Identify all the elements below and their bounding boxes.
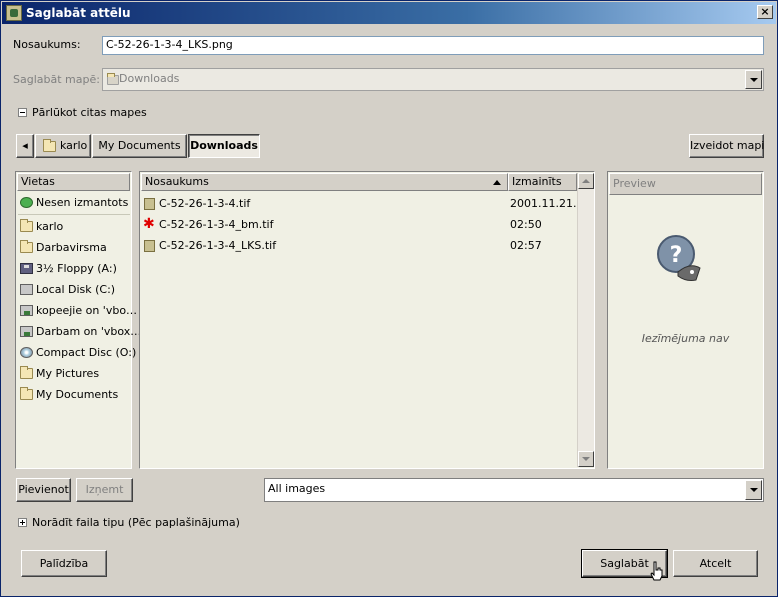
save-in-folder-value: Downloads: [119, 72, 180, 85]
file-list-panel: Nosaukums Izmainīts C-52-26-1-3-4.tif 20…: [139, 171, 595, 469]
folder-icon: [43, 139, 56, 152]
add-label: Pievienot: [18, 483, 69, 496]
file-name: C-52-26-1-3-4.tif: [159, 197, 251, 210]
cancel-label: Atcelt: [699, 557, 732, 570]
places-divider: [18, 214, 130, 215]
recent-icon: [20, 197, 33, 208]
gimp-question-icon: ?: [657, 235, 701, 281]
crumb-downloads[interactable]: Downloads: [188, 134, 260, 158]
scroll-down-icon[interactable]: [578, 451, 594, 467]
chevron-down-icon: [745, 480, 762, 500]
close-icon: ×: [760, 5, 770, 18]
folder-icon: [20, 240, 33, 253]
create-folder-button[interactable]: Izveidot mapi: [689, 134, 764, 158]
column-header-modified[interactable]: Izmainīts: [508, 173, 577, 191]
chevron-down-icon: [745, 70, 762, 89]
save-in-folder-combo[interactable]: Downloads: [102, 68, 764, 91]
place-item-network-darbam[interactable]: Darbam on 'vbox…: [18, 321, 141, 342]
preview-header: Preview: [609, 173, 762, 195]
file-name: C-52-26-1-3-4_bm.tif: [159, 218, 274, 231]
place-item-karlo[interactable]: karlo: [18, 216, 63, 237]
file-type-toggle[interactable]: Norādīt faila tipu (Pēc paplašinājuma): [32, 516, 240, 530]
close-button[interactable]: ×: [757, 5, 773, 19]
place-item-floppy[interactable]: 3½ Floppy (A:): [18, 258, 117, 279]
save-image-dialog: Saglabāt attēlu × Nosaukums: C-52-26-1-3…: [0, 0, 778, 597]
cancel-button[interactable]: Atcelt: [673, 550, 758, 577]
file-name: C-52-26-1-3-4_LKS.tif: [159, 239, 277, 252]
file-modified: 02:57: [510, 239, 542, 252]
folder-icon: [20, 219, 33, 232]
place-item-recent[interactable]: Nesen izmantots: [18, 192, 128, 213]
place-item-desktop[interactable]: Darbavirsma: [18, 237, 107, 258]
file-type-expander-icon[interactable]: [18, 518, 27, 527]
place-item-compact-disc[interactable]: Compact Disc (O:): [18, 342, 136, 363]
place-item-network-kopeejie[interactable]: kopeejie on 'vbo…: [18, 300, 137, 321]
network-drive-icon: [20, 326, 33, 337]
gimp-app-icon: [6, 5, 22, 21]
add-bookmark-button[interactable]: Pievienot: [16, 478, 71, 502]
preview-empty-text: Iezīmējuma nav: [641, 332, 730, 345]
save-in-folder-label: Saglabāt mapē:: [13, 73, 100, 86]
file-filter-combo[interactable]: All images: [264, 478, 764, 502]
hand-cursor-icon: [650, 561, 663, 581]
browse-folders-expander-icon[interactable]: [18, 108, 27, 117]
help-button[interactable]: Palīdzība: [21, 550, 107, 577]
folder-icon: [20, 387, 33, 400]
scroll-up-icon[interactable]: [578, 173, 594, 189]
crumb-label: karlo: [60, 139, 88, 152]
title-bar[interactable]: Saglabāt attēlu ×: [2, 2, 776, 24]
browse-folders-toggle[interactable]: Pārlūkot citas mapes: [32, 106, 147, 120]
file-filter-value: All images: [268, 482, 326, 495]
chevron-left-icon: ◂: [22, 139, 28, 152]
window-title: Saglabāt attēlu: [26, 6, 131, 20]
crumb-my-documents[interactable]: My Documents: [92, 134, 187, 158]
preview-panel: Preview ? Iezīmējuma nav: [607, 171, 764, 469]
place-item-local-disk[interactable]: Local Disk (C:): [18, 279, 115, 300]
network-drive-icon: [20, 305, 33, 316]
create-folder-label: Izveidot mapi: [690, 139, 765, 152]
sort-ascending-icon: [493, 180, 501, 185]
svg-text:?: ?: [670, 243, 683, 268]
place-item-my-documents[interactable]: My Documents: [18, 384, 118, 405]
crumb-label: My Documents: [98, 139, 181, 152]
places-panel: Vietas Nesen izmantots karlo Darbavirsma…: [15, 171, 141, 469]
crumb-karlo[interactable]: karlo: [35, 134, 91, 158]
help-label: Palīdzība: [39, 557, 89, 570]
filename-input[interactable]: C-52-26-1-3-4_LKS.png: [102, 36, 764, 55]
folder-icon: [107, 73, 119, 85]
red-image-file-icon: [143, 214, 155, 235]
floppy-icon: [20, 263, 33, 274]
folder-icon: [20, 366, 33, 379]
place-item-my-pictures[interactable]: My Pictures: [18, 363, 99, 384]
save-label: Saglabāt: [600, 557, 649, 570]
image-file-icon: [144, 240, 155, 252]
remove-label: Izņemt: [85, 483, 124, 496]
remove-bookmark-button[interactable]: Izņemt: [76, 478, 133, 502]
file-modified: 2001.11.21.: [510, 197, 577, 210]
name-label: Nosaukums:: [13, 38, 81, 51]
crumb-label: Downloads: [190, 139, 258, 152]
file-modified: 02:50: [510, 218, 542, 231]
image-file-icon: [144, 198, 155, 210]
places-header[interactable]: Vietas: [17, 173, 130, 191]
cd-icon: [20, 347, 33, 358]
file-list-scrollbar[interactable]: [577, 173, 594, 467]
path-back-button[interactable]: ◂: [16, 134, 34, 158]
column-header-name[interactable]: Nosaukums: [141, 173, 508, 191]
drive-icon: [20, 284, 33, 295]
